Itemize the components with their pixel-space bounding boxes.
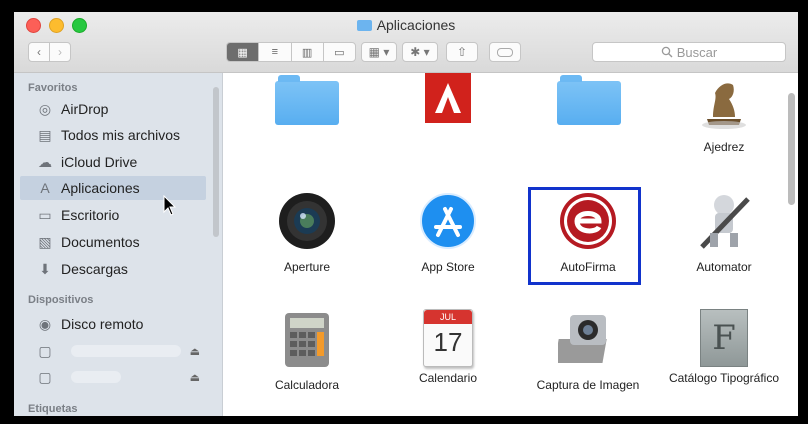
share-button[interactable]: ⇧ <box>446 42 478 62</box>
app-label: Captura de Imagen <box>536 378 640 392</box>
eject-icon[interactable]: ⏏ <box>190 371 200 384</box>
column-view-button[interactable]: ▥ <box>292 43 324 61</box>
calendar-day: 17 <box>433 327 463 357</box>
folder-icon <box>557 75 621 125</box>
automator-robot-icon <box>700 195 750 249</box>
redacted-drive-name <box>71 371 121 383</box>
sidebar-item-drive[interactable]: ▢ ⏏ <box>20 339 206 363</box>
tag-icon <box>497 47 513 57</box>
search-input[interactable]: Buscar <box>592 42 786 62</box>
app-item-chess[interactable]: Ajedrez <box>664 75 784 155</box>
search-icon <box>661 46 673 58</box>
arrange-button[interactable]: ▦ ▾ <box>361 42 397 62</box>
app-item-calculator[interactable]: Calculadora <box>247 309 367 393</box>
sidebar: Favoritos ◎ AirDrop ▤ Todos mis archivos… <box>14 73 223 416</box>
tags-section-label: Etiquetas <box>28 403 78 415</box>
autofirma-highlight-box <box>528 187 641 285</box>
title-bar: Aplicaciones ‹ › ▦ ≡ ▥ ▭ ▦ ▾ ✱ ▾ ⇧ Busca… <box>14 12 798 73</box>
sidebar-item-label: Escritorio <box>61 207 120 223</box>
file-browser-content: Ajedrez Aperture App Store AutoFirma Aut… <box>223 73 798 416</box>
sidebar-item-drive[interactable]: ▢ ⏏ <box>20 365 206 389</box>
sidebar-item-icloud[interactable]: ☁ iCloud Drive <box>20 150 206 174</box>
content-scrollbar[interactable] <box>788 93 795 205</box>
adobe-app-item[interactable] <box>388 73 508 134</box>
sidebar-item-downloads[interactable]: ⬇ Descargas <box>20 257 206 281</box>
all-files-icon: ▤ <box>38 126 52 143</box>
app-label: Automator <box>696 260 752 274</box>
eject-icon[interactable]: ⏏ <box>190 345 200 358</box>
applications-icon: A <box>40 180 50 196</box>
sidebar-item-label: Disco remoto <box>61 316 144 332</box>
camera-lens-icon <box>279 193 335 249</box>
folder-item[interactable] <box>529 75 649 129</box>
app-label: Aperture <box>283 260 331 274</box>
sidebar-item-airdrop[interactable]: ◎ AirDrop <box>20 97 206 121</box>
sidebar-item-label: Todos mis archivos <box>61 127 181 143</box>
folder-icon <box>275 75 339 125</box>
finder-window: Aplicaciones ‹ › ▦ ≡ ▥ ▭ ▦ ▾ ✱ ▾ ⇧ Busca… <box>14 12 798 416</box>
forward-button[interactable]: › <box>49 42 71 62</box>
remote-disc-icon: ◉ <box>38 315 52 332</box>
calculator-icon <box>285 313 329 367</box>
app-item-image-capture[interactable]: Captura de Imagen <box>528 309 648 393</box>
sidebar-item-label: iCloud Drive <box>61 154 138 170</box>
drive-icon: ▢ <box>38 368 52 385</box>
sidebar-item-label: Descargas <box>61 261 128 277</box>
tag-button[interactable] <box>489 42 521 62</box>
sidebar-item-label: AirDrop <box>61 101 109 117</box>
app-item-calendar[interactable]: JUL 17 Calendario <box>388 309 508 386</box>
sidebar-item-label: Documentos <box>61 234 140 250</box>
app-item-aperture[interactable]: Aperture <box>247 191 367 275</box>
devices-section-label: Dispositivos <box>28 294 94 306</box>
view-mode-control: ▦ ≡ ▥ ▭ <box>226 42 356 62</box>
icon-view-button[interactable]: ▦ <box>227 43 260 61</box>
documents-icon: ▧ <box>38 233 52 250</box>
airdrop-icon: ◎ <box>38 100 52 117</box>
back-button[interactable]: ‹ <box>28 42 50 62</box>
redacted-drive-name <box>71 345 181 357</box>
sidebar-item-label: Aplicaciones <box>61 180 140 196</box>
folder-icon <box>356 20 372 31</box>
action-gear-button[interactable]: ✱ ▾ <box>402 42 438 62</box>
app-label: Calendario <box>418 371 478 385</box>
sidebar-item-all-files[interactable]: ▤ Todos mis archivos <box>20 123 206 147</box>
desktop-icon: ▭ <box>38 206 52 223</box>
favorites-section-label: Favoritos <box>28 82 78 94</box>
image-capture-icon <box>554 315 607 363</box>
sidebar-item-documents[interactable]: ▧ Documentos <box>20 230 206 254</box>
adobe-acrobat-icon <box>425 73 471 123</box>
app-item-font-book[interactable]: F Catálogo Tipográfico <box>664 309 784 386</box>
cloud-icon: ☁ <box>38 153 52 170</box>
sidebar-item-applications[interactable]: A Aplicaciones <box>20 176 206 200</box>
app-label: Ajedrez <box>703 140 745 154</box>
window-title: Aplicaciones <box>14 17 798 33</box>
drive-icon: ▢ <box>38 342 52 359</box>
calendar-icon: JUL 17 <box>423 309 473 367</box>
chess-knight-icon <box>702 83 746 129</box>
app-label: App Store <box>421 260 475 274</box>
font-book-icon: F <box>700 309 748 367</box>
sidebar-item-desktop[interactable]: ▭ Escritorio <box>20 203 206 227</box>
mouse-cursor-icon <box>163 195 177 216</box>
coverflow-view-button[interactable]: ▭ <box>324 43 355 61</box>
sidebar-scrollbar[interactable] <box>213 87 219 237</box>
app-store-icon <box>420 193 476 249</box>
app-label: Calculadora <box>274 378 340 392</box>
list-view-button[interactable]: ≡ <box>259 43 292 61</box>
calendar-month: JUL <box>424 310 472 324</box>
app-item-automator[interactable]: Automator <box>664 191 784 275</box>
app-item-app-store[interactable]: App Store <box>388 191 508 275</box>
sidebar-item-remote-disc[interactable]: ◉ Disco remoto <box>20 312 206 336</box>
app-label: Catálogo Tipográfico <box>668 371 780 385</box>
search-placeholder: Buscar <box>676 44 718 60</box>
folder-item[interactable] <box>247 75 367 129</box>
downloads-icon: ⬇ <box>39 260 51 277</box>
